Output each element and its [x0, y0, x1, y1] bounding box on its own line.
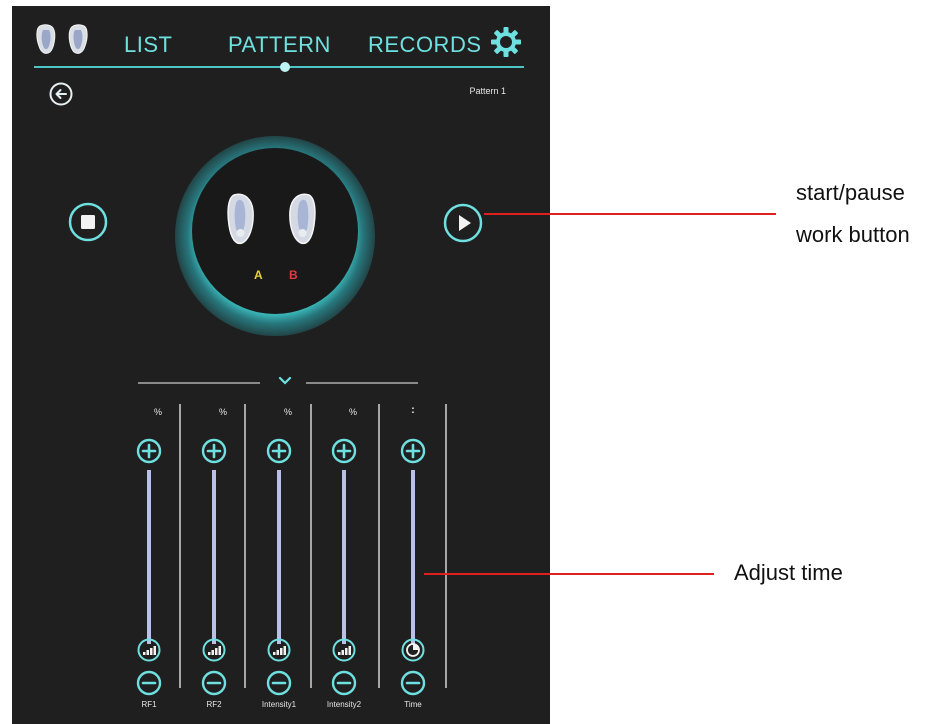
column-divider: [244, 404, 246, 688]
unit-label: %: [348, 407, 357, 417]
signal-strength-icon: [332, 638, 356, 662]
signal-strength-icon: [137, 638, 161, 662]
unit-label: %: [153, 407, 162, 417]
plus-icon[interactable]: [331, 438, 357, 464]
electrode-pads-logo-icon: [36, 24, 88, 54]
tab-indicator-line: [34, 66, 524, 68]
unit-label: %: [283, 407, 292, 417]
adjust-time-callout-line: [424, 573, 714, 575]
rf2-slider[interactable]: [212, 470, 216, 644]
electrode-pad-a-icon: [227, 193, 254, 245]
unit-label: %: [218, 407, 227, 417]
device-display: [192, 148, 358, 314]
column-divider: [378, 404, 380, 688]
column-label-intensity2: Intensity2: [326, 700, 362, 709]
top-navigation: LIST PATTERN RECORDS: [12, 6, 550, 76]
minus-icon[interactable]: [331, 670, 357, 696]
start-pause-annotation-line2: work button: [796, 221, 910, 247]
minus-icon[interactable]: [400, 670, 426, 696]
rf1-slider[interactable]: [147, 470, 151, 644]
intensity1-slider[interactable]: [277, 470, 281, 644]
column-label-intensity1: Intensity1: [261, 700, 297, 709]
column-label-rf2: RF2: [206, 700, 222, 709]
adjust-time-annotation: Adjust time: [734, 560, 843, 585]
column-divider: [179, 404, 181, 688]
start-pause-button[interactable]: [443, 203, 483, 243]
column-label-time: Time: [404, 700, 422, 709]
gear-icon[interactable]: [490, 26, 522, 58]
intensity2-slider[interactable]: [342, 470, 346, 644]
electrode-pad-b-icon: [289, 193, 316, 245]
tab-records[interactable]: RECORDS: [368, 32, 482, 58]
panel-divider-right: [306, 382, 418, 384]
channel-a-label: A: [254, 268, 263, 282]
active-tab-indicator: [280, 62, 290, 72]
start-pause-annotation-line1: start/pause: [796, 180, 905, 205]
tab-list[interactable]: LIST: [124, 32, 172, 58]
app-screen: LIST PATTERN RECORDS Pattern 1 A B % RF1…: [12, 6, 550, 724]
start-pause-annotation: start/pause work button: [796, 172, 910, 256]
signal-strength-icon: [267, 638, 291, 662]
minus-icon[interactable]: [201, 670, 227, 696]
column-label-rf1: RF1: [141, 700, 157, 709]
signal-strength-icon: [202, 638, 226, 662]
unit-label: :: [411, 404, 415, 416]
minus-icon[interactable]: [266, 670, 292, 696]
tab-pattern[interactable]: PATTERN: [228, 32, 331, 58]
column-divider: [310, 404, 312, 688]
start-pause-callout-line: [484, 213, 776, 215]
back-arrow-icon[interactable]: [48, 81, 74, 107]
chevron-down-icon[interactable]: [278, 376, 292, 386]
clock-icon: [401, 638, 425, 662]
channel-b-label: B: [289, 268, 298, 282]
plus-icon[interactable]: [266, 438, 292, 464]
plus-icon[interactable]: [201, 438, 227, 464]
column-divider: [445, 404, 447, 688]
plus-icon[interactable]: [400, 438, 426, 464]
pattern-name: Pattern 1: [469, 86, 506, 96]
panel-divider-left: [138, 382, 260, 384]
time-slider[interactable]: [411, 470, 415, 644]
plus-icon[interactable]: [136, 438, 162, 464]
stop-button[interactable]: [68, 202, 108, 242]
minus-icon[interactable]: [136, 670, 162, 696]
